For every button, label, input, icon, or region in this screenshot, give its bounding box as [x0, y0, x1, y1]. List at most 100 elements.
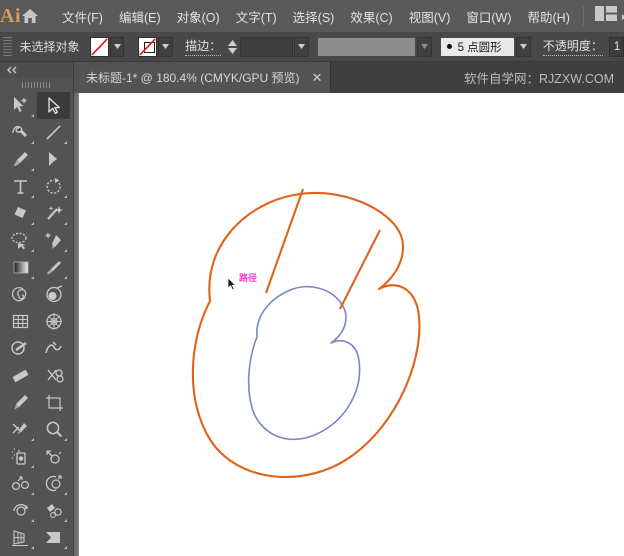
menu-item-effect[interactable]: 效果(C) [343, 2, 399, 31]
brush-definition-value: 5 点圆形 [457, 41, 502, 54]
menu-item-edit[interactable]: 编辑(E) [112, 2, 168, 31]
menu-item-select[interactable]: 选择(S) [286, 2, 342, 31]
brush-definition-select[interactable]: 5 点圆形 [439, 36, 516, 57]
stroke-profile-dropdown[interactable] [416, 36, 432, 57]
document-tab[interactable]: 未标题-1* @ 180.4% (CMYK/GPU 预览) ✕ [74, 62, 332, 93]
tool-flyout-indicator [31, 546, 34, 549]
shape-builder-tool[interactable] [4, 335, 37, 362]
stroke-weight-dropdown[interactable] [293, 36, 309, 57]
tool-flyout-indicator [31, 114, 34, 117]
control-bar: 未选择对象 描边： 5 点圆形 不透明度： 1 [0, 32, 624, 62]
opacity-label[interactable]: 不透明度： [542, 37, 603, 56]
flare-tool[interactable] [37, 308, 70, 335]
left-diagonal-stroke [265, 188, 304, 294]
blob-brush-tool[interactable] [37, 281, 70, 308]
watermark-text: 软件自学网：RJZXW.COM [464, 72, 614, 86]
fill-swatch[interactable] [89, 36, 109, 57]
measure-ruler-tool[interactable] [4, 362, 37, 389]
tool-flyout-indicator [64, 141, 67, 144]
tool-panel-collapse-button[interactable] [0, 62, 73, 78]
curvature-tool[interactable] [4, 119, 37, 146]
brush-definition-dropdown[interactable] [516, 36, 531, 57]
type-tool[interactable] [4, 173, 37, 200]
tool-flyout-indicator [31, 249, 34, 252]
perspective-grid-tool[interactable] [4, 524, 37, 551]
double-chevron-left-icon [7, 66, 17, 74]
tool-flyout-indicator [31, 195, 34, 198]
eyedropper-tool[interactable] [37, 254, 70, 281]
menu-item-list: 文件(F) 编辑(E) 对象(O) 文字(T) 选择(S) 效果(C) 视图(V… [55, 2, 577, 31]
home-icon[interactable] [21, 8, 39, 24]
menu-item-type[interactable]: 文字(T) [229, 2, 284, 31]
menu-item-help[interactable]: 帮助(H) [521, 2, 577, 31]
menu-divider-right [582, 6, 584, 26]
path-tooltip-label: 路径 [239, 273, 258, 283]
tool-flyout-indicator [64, 492, 67, 495]
tool-flyout-indicator [64, 546, 67, 549]
opacity-input[interactable]: 1 [608, 36, 624, 57]
gradient-tool[interactable] [4, 254, 37, 281]
illustrator-window: Ai 文件(F) 编辑(E) 对象(O) 文字(T) 选择(S) 效果(C) 视… [0, 0, 624, 556]
width-warp-tool[interactable] [37, 335, 70, 362]
close-icon[interactable]: ✕ [312, 71, 323, 84]
live-paint-bucket-tool[interactable] [37, 497, 70, 524]
menu-item-file[interactable]: 文件(F) [55, 2, 110, 31]
blend-tool[interactable] [4, 470, 37, 497]
tool-flyout-indicator [64, 222, 67, 225]
tool-flyout-indicator [31, 276, 34, 279]
brush-dot-icon [446, 44, 452, 49]
crop-artboard-tool[interactable] [37, 389, 70, 416]
rotate-tool[interactable] [37, 173, 70, 200]
menu-item-object[interactable]: 对象(O) [170, 2, 227, 31]
direct-selection-tool[interactable] [37, 92, 70, 119]
stroke-swatch-dropdown[interactable] [158, 36, 174, 57]
stroke-profile-input[interactable] [316, 36, 416, 57]
tool-panel [0, 62, 74, 556]
canvas-area[interactable]: 路径 [74, 93, 624, 556]
tool-flyout-indicator [64, 195, 67, 198]
inner-rounded-rect-path [247, 285, 361, 441]
rotate-view-tool[interactable] [4, 497, 37, 524]
menu-item-window[interactable]: 窗口(W) [459, 2, 518, 31]
scissors-tool[interactable] [37, 362, 70, 389]
zoom-tool[interactable] [37, 416, 70, 443]
scale-rotate-tool[interactable] [37, 443, 70, 470]
symbol-sprayer-tool[interactable] [4, 443, 37, 470]
tool-flyout-indicator [31, 141, 34, 144]
knife-paint-tool[interactable] [4, 416, 37, 443]
tool-flyout-indicator [64, 249, 67, 252]
menu-item-view[interactable]: 视图(V) [402, 2, 458, 31]
stroke-swatch[interactable] [138, 36, 158, 57]
artboard-tool[interactable] [37, 551, 70, 556]
layout-switcher-icon[interactable] [590, 6, 622, 26]
puppet-warp-tool[interactable] [4, 551, 37, 556]
live-paint-select-tool[interactable] [37, 470, 70, 497]
stroke-weight-input[interactable] [239, 36, 293, 57]
eraser-tool[interactable] [4, 200, 37, 227]
fill-swatch-dropdown[interactable] [109, 36, 125, 57]
tool-panel-grip[interactable] [0, 78, 73, 92]
artboard-surface[interactable]: 路径 [78, 93, 624, 556]
artwork-svg [191, 188, 421, 479]
magic-wand-tool[interactable] [37, 200, 70, 227]
shape-builder-arrow-tool[interactable] [37, 146, 70, 173]
lasso-tool[interactable] [4, 227, 37, 254]
free-transform-tool[interactable] [37, 524, 70, 551]
document-tab-title: 未标题-1* @ 180.4% (CMYK/GPU 预览) [86, 71, 300, 85]
stroke-weight-stepper[interactable] [227, 37, 237, 57]
spiral-tool[interactable] [4, 281, 37, 308]
selection-status-label: 未选择对象 [19, 40, 80, 54]
tool-grid [0, 92, 73, 556]
control-bar-grip[interactable] [3, 36, 12, 57]
pencil-tool[interactable] [4, 389, 37, 416]
menu-right-cluster: ▸ [577, 6, 624, 26]
line-segment-tool[interactable] [37, 119, 70, 146]
tool-flyout-indicator [31, 465, 34, 468]
selection-tool[interactable] [4, 92, 37, 119]
stroke-weight-label[interactable]: 描边： [185, 37, 222, 56]
tool-flyout-indicator [64, 276, 67, 279]
paintbrush-tool[interactable] [4, 146, 37, 173]
tool-flyout-indicator [31, 492, 34, 495]
pen-add-anchor-tool[interactable] [37, 227, 70, 254]
grid-tool[interactable] [4, 308, 37, 335]
